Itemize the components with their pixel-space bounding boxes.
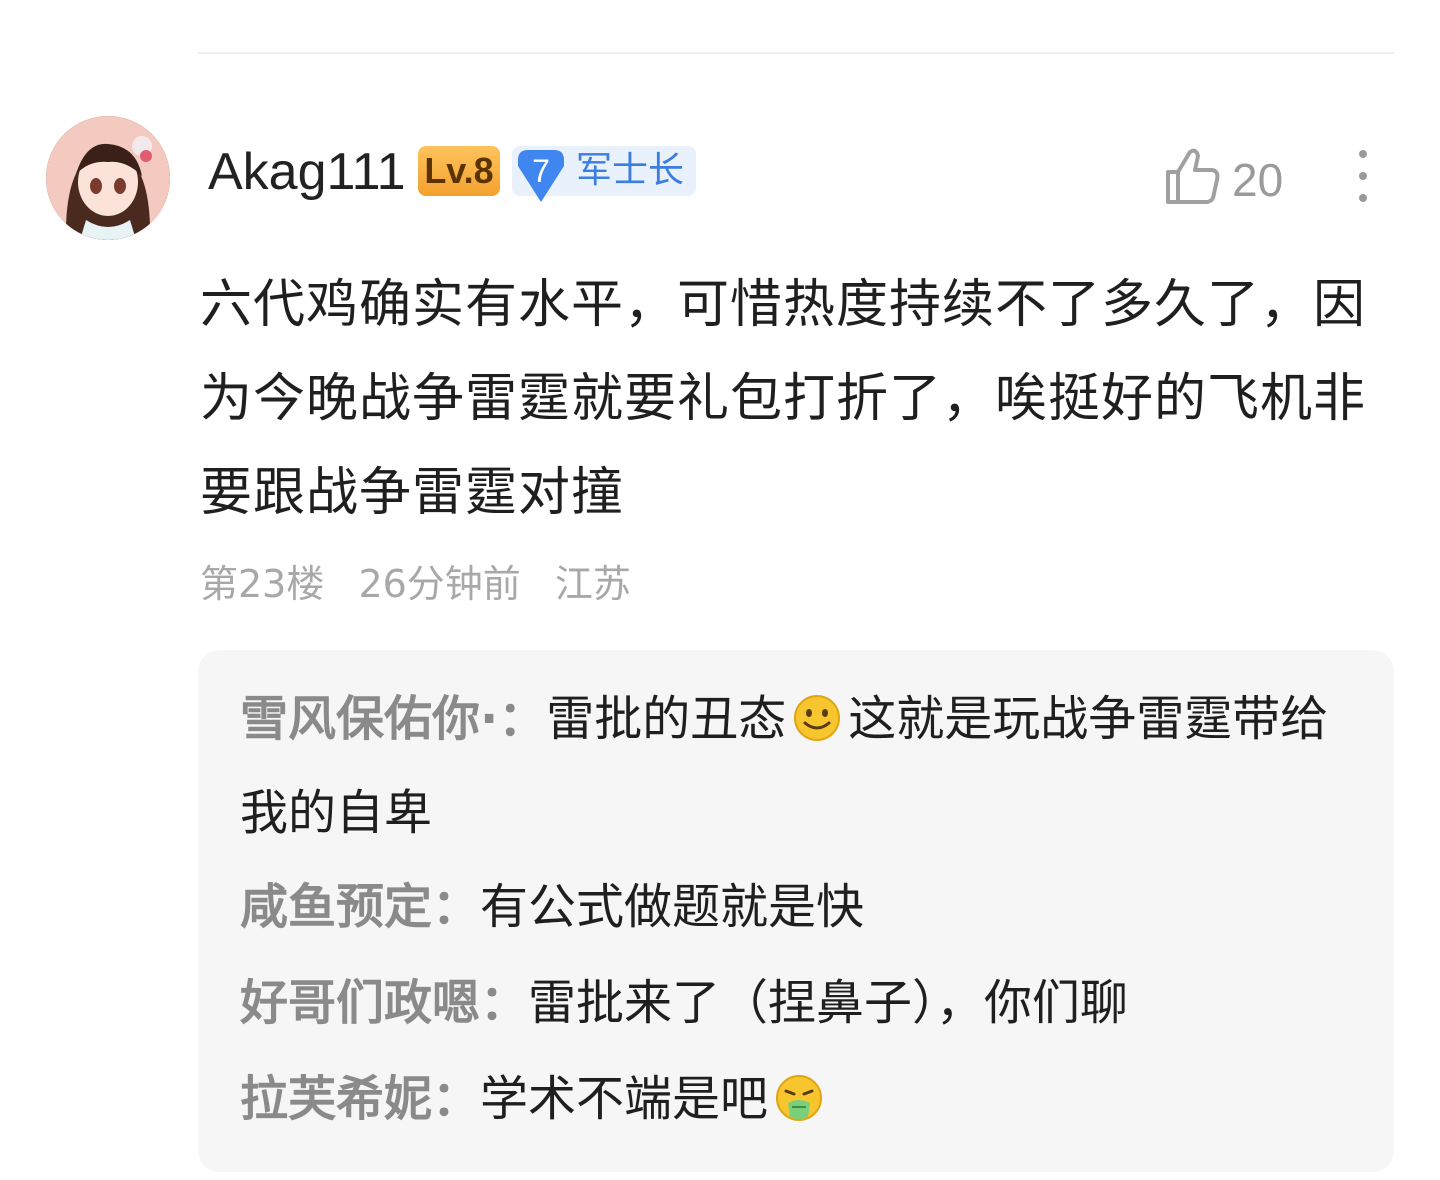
comment-text: 六代鸡确实有水平，可惜热度持续不了多久了，因为今晚战争雷霆就要礼包打折了，唉挺好…	[200, 275, 1367, 523]
vomit-emoji-icon	[776, 1075, 823, 1121]
reply-text: 雷批的丑态	[546, 691, 787, 747]
rank-badge[interactable]: 7 军士长	[512, 146, 696, 202]
reply-author[interactable]: 咸鱼预定：	[240, 879, 480, 935]
top-divider	[198, 52, 1394, 54]
reply-author[interactable]: 好哥们政嗯：	[240, 975, 528, 1031]
reply-item[interactable]: 咸鱼预定：有公式做题就是快	[240, 860, 1350, 954]
post-time: 26分钟前	[358, 562, 521, 606]
reply-author[interactable]: 拉芙希妮：	[240, 1071, 480, 1127]
rank-number: 7	[532, 153, 550, 189]
more-options-icon[interactable]	[1348, 148, 1378, 206]
like-count[interactable]: 20	[1232, 150, 1283, 210]
reply-list[interactable]: 雪风保佑你·：雷批的丑态 这就是玩战争雷霆带给我的自卑 咸鱼预定：有公式做题就是…	[198, 650, 1394, 1172]
reply-author[interactable]: 雪风保佑你·：	[240, 691, 546, 747]
reply-text: 雷批来了（捏鼻子），你们聊	[528, 975, 1129, 1031]
level-badge: Lv.8	[418, 146, 500, 196]
floor-number: 第23楼	[200, 562, 325, 606]
avatar-image	[46, 116, 170, 240]
smile-emoji-icon	[794, 695, 841, 741]
reply-item[interactable]: 雪风保佑你·：雷批的丑态 这就是玩战争雷霆带给我的自卑	[240, 672, 1350, 860]
reply-text: 学术不端是吧	[480, 1071, 769, 1127]
rank-title: 军士长	[576, 150, 685, 191]
avatar[interactable]	[46, 116, 170, 240]
thumbs-up-icon[interactable]	[1162, 144, 1222, 208]
username[interactable]: Akag111	[208, 140, 406, 204]
location: 江苏	[554, 562, 631, 606]
reply-item[interactable]: 好哥们政嗯：雷批来了（捏鼻子），你们聊	[240, 956, 1350, 1050]
reply-item[interactable]: 拉芙希妮：学术不端是吧	[240, 1052, 1350, 1146]
comment-meta: 第23楼 26分钟前 江苏	[200, 556, 653, 612]
reply-text: 有公式做题就是快	[480, 879, 865, 935]
